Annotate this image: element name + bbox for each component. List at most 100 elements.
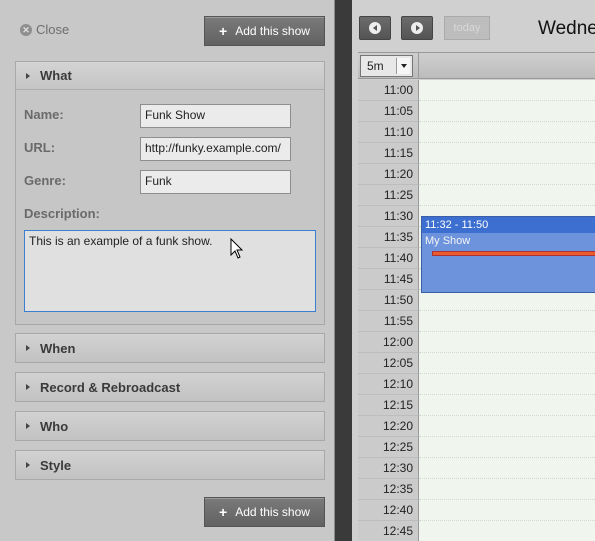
event-title: My Show (425, 235, 471, 247)
section-style[interactable]: Style (15, 450, 325, 480)
time-label: 11:25 (358, 185, 419, 206)
collapsed-triangle-icon (26, 423, 30, 429)
time-label: 11:15 (358, 143, 419, 164)
section-when-header[interactable]: When (16, 334, 324, 362)
date-title: Wedne (538, 18, 595, 39)
time-label: 11:40 (358, 248, 419, 269)
section-record-title: Record & Rebroadcast (40, 379, 181, 395)
time-slot[interactable] (419, 374, 595, 395)
time-label: 11:45 (358, 269, 419, 290)
next-arrow-icon (411, 22, 423, 34)
time-slot[interactable] (419, 164, 595, 185)
time-row: 12:10 (358, 374, 595, 395)
header-divider (418, 53, 419, 79)
expanded-triangle-icon (26, 72, 30, 79)
add-show-button-bottom[interactable]: + Add this show (204, 497, 325, 527)
time-label: 11:10 (358, 122, 419, 143)
section-when-title: When (40, 340, 76, 356)
time-slot[interactable] (419, 353, 595, 374)
today-button[interactable]: today (444, 16, 490, 40)
time-slot[interactable] (419, 101, 595, 122)
show-form-panel: ✕ Close + Add this show What Name: Funk … (0, 0, 335, 541)
time-label: 12:15 (358, 395, 419, 416)
time-label: 12:25 (358, 437, 419, 458)
time-label: 12:40 (358, 500, 419, 521)
add-show-label: Add this show (235, 24, 310, 38)
name-input[interactable]: Funk Show (140, 104, 291, 128)
section-what: What Name: Funk Show URL: http://funky.e… (15, 61, 325, 325)
add-show-button-top[interactable]: + Add this show (204, 16, 325, 46)
calendar-header: 5m (358, 52, 595, 79)
time-row: 12:35 (358, 479, 595, 500)
time-row: 12:05 (358, 353, 595, 374)
time-label: 11:05 (358, 101, 419, 122)
slot-size-select[interactable]: 5m (360, 55, 413, 77)
time-label: 11:35 (358, 227, 419, 248)
plus-icon: + (219, 504, 228, 520)
time-row: 11:50 (358, 290, 595, 311)
time-label: 12:00 (358, 332, 419, 353)
url-input[interactable]: http://funky.example.com/ (140, 137, 291, 161)
section-what-header[interactable]: What (16, 62, 324, 90)
time-slot[interactable] (419, 416, 595, 437)
time-label: 11:55 (358, 311, 419, 332)
time-slot[interactable] (419, 500, 595, 521)
section-who-header[interactable]: Who (16, 412, 324, 440)
section-record-header[interactable]: Record & Rebroadcast (16, 373, 324, 401)
time-label: 12:05 (358, 353, 419, 374)
time-label: 11:30 (358, 206, 419, 227)
section-record-rebroadcast[interactable]: Record & Rebroadcast (15, 372, 325, 402)
genre-input[interactable]: Funk (140, 170, 291, 194)
next-button[interactable] (401, 16, 433, 40)
time-slot[interactable] (419, 395, 595, 416)
time-row: 12:30 (358, 458, 595, 479)
time-slot[interactable] (419, 185, 595, 206)
section-what-title: What (40, 68, 72, 83)
time-slot[interactable] (419, 311, 595, 332)
time-label: 12:45 (358, 521, 419, 541)
add-show-label: Add this show (235, 505, 310, 519)
time-slot[interactable] (419, 122, 595, 143)
close-icon: ✕ (20, 23, 32, 36)
close-button[interactable]: ✕ Close (20, 22, 69, 37)
time-slot[interactable] (419, 479, 595, 500)
time-label: 11:20 (358, 164, 419, 185)
time-row: 11:15 (358, 143, 595, 164)
slot-size-value: 5m (367, 59, 384, 73)
collapsed-triangle-icon (26, 345, 30, 351)
section-when[interactable]: When (15, 333, 325, 363)
section-who[interactable]: Who (15, 411, 325, 441)
time-slot[interactable] (419, 143, 595, 164)
chevron-down-icon (396, 58, 410, 74)
time-grid: 11:00 11:05 11:10 11:15 11:20 11:25 11:30 11:35… (358, 80, 595, 541)
time-slot[interactable] (419, 80, 595, 101)
time-slot[interactable] (419, 521, 595, 541)
time-row: 12:25 (358, 437, 595, 458)
section-style-header[interactable]: Style (16, 451, 324, 479)
time-slot[interactable] (419, 332, 595, 353)
time-row: 11:00 (358, 80, 595, 101)
prev-button[interactable] (359, 16, 391, 40)
plus-icon: + (219, 23, 228, 39)
time-row: 12:45 (358, 521, 595, 541)
time-row: 12:40 (358, 500, 595, 521)
time-slot[interactable] (419, 458, 595, 479)
genre-label: Genre: (24, 173, 66, 188)
time-row: 12:20 (358, 416, 595, 437)
section-who-title: Who (40, 418, 69, 434)
time-row: 12:15 (358, 395, 595, 416)
time-row: 11:10 (358, 122, 595, 143)
time-label: 11:00 (358, 80, 419, 101)
time-slot[interactable] (419, 437, 595, 458)
time-row: 12:00 (358, 332, 595, 353)
time-label: 12:30 (358, 458, 419, 479)
time-row: 11:25 (358, 185, 595, 206)
time-slot[interactable] (419, 290, 595, 311)
mouse-pointer-icon (230, 238, 244, 259)
time-label: 11:50 (358, 290, 419, 311)
close-label: Close (36, 22, 70, 37)
calendar-event[interactable]: 11:32 - 11:50 My Show (421, 216, 595, 293)
time-label: 12:35 (358, 479, 419, 500)
description-textarea[interactable]: This is an example of a funk show. (24, 230, 316, 312)
description-label: Description: (24, 206, 100, 221)
